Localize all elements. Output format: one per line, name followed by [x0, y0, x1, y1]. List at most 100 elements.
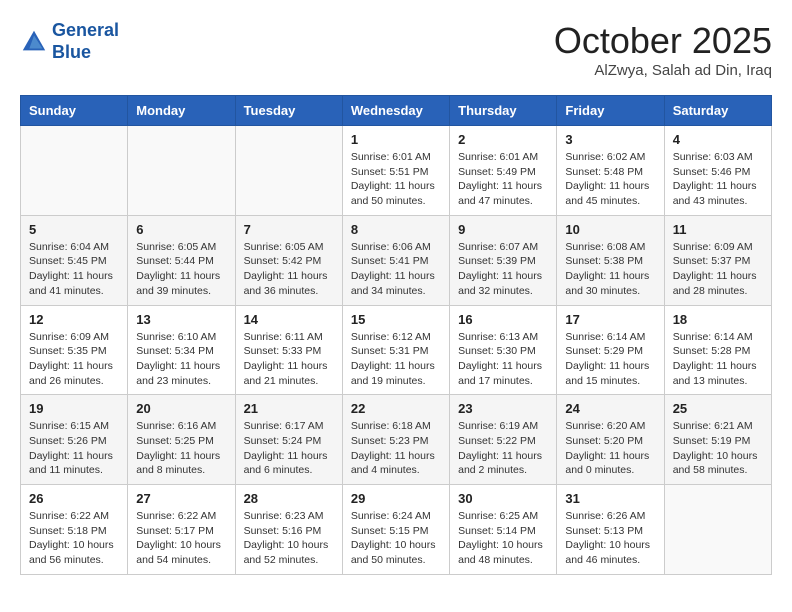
calendar-cell: 25 Sunrise: 6:21 AM Sunset: 5:19 PM Dayli… — [664, 395, 771, 485]
day-number: 7 — [244, 222, 334, 237]
day-number: 16 — [458, 312, 548, 327]
calendar-week-row: 1 Sunrise: 6:01 AM Sunset: 5:51 PM Daylig… — [21, 126, 772, 216]
calendar-cell — [664, 485, 771, 575]
calendar-cell: 29Sunrise: 6:24 AM Sunset: 5:15 PM Dayli… — [342, 485, 449, 575]
day-info: Sunrise: 6:10 AM Sunset: 5:34 PM Dayligh… — [136, 330, 226, 389]
calendar-cell: 6 Sunrise: 6:05 AM Sunset: 5:44 PM Daylig… — [128, 215, 235, 305]
day-number: 24 — [565, 401, 655, 416]
day-info: Sunrise: 6:22 AM Sunset: 5:18 PM Dayligh… — [29, 509, 119, 568]
calendar-cell: 13Sunrise: 6:10 AM Sunset: 5:34 PM Dayli… — [128, 305, 235, 395]
day-info: Sunrise: 6:12 AM Sunset: 5:31 PM Dayligh… — [351, 330, 441, 389]
day-number: 25 — [673, 401, 763, 416]
day-number: 3 — [565, 132, 655, 147]
day-info: Sunrise: 6:14 AM Sunset: 5:29 PM Dayligh… — [565, 330, 655, 389]
day-info: Sunrise: 6:04 AM Sunset: 5:45 PM Dayligh… — [29, 240, 119, 299]
calendar-cell — [235, 126, 342, 216]
day-info: Sunrise: 6:07 AM Sunset: 5:39 PM Dayligh… — [458, 240, 548, 299]
calendar-cell — [128, 126, 235, 216]
calendar-header-sunday: Sunday — [21, 96, 128, 126]
day-number: 2 — [458, 132, 548, 147]
logo-icon — [20, 28, 48, 56]
calendar-cell: 19 Sunrise: 6:15 AM Sunset: 5:26 PM Dayli… — [21, 395, 128, 485]
day-number: 20 — [136, 401, 226, 416]
calendar-cell — [21, 126, 128, 216]
day-number: 18 — [673, 312, 763, 327]
calendar-week-row: 19 Sunrise: 6:15 AM Sunset: 5:26 PM Dayli… — [21, 395, 772, 485]
day-number: 14 — [244, 312, 334, 327]
calendar-cell: 31Sunrise: 6:26 AM Sunset: 5:13 PM Dayli… — [557, 485, 664, 575]
day-info: Sunrise: 6:14 AM Sunset: 5:28 PM Dayligh… — [673, 330, 763, 389]
calendar-cell: 23 Sunrise: 6:19 AM Sunset: 5:22 PM Dayli… — [450, 395, 557, 485]
calendar-week-row: 26 Sunrise: 6:22 AM Sunset: 5:18 PM Dayli… — [21, 485, 772, 575]
day-number: 8 — [351, 222, 441, 237]
page-header: General Blue October 2025 AlZwya, Salah … — [20, 20, 772, 79]
calendar-cell: 18 Sunrise: 6:14 AM Sunset: 5:28 PM Dayli… — [664, 305, 771, 395]
day-info: Sunrise: 6:01 AM Sunset: 5:51 PM Dayligh… — [351, 150, 441, 209]
calendar-cell: 11 Sunrise: 6:09 AM Sunset: 5:37 PM Dayli… — [664, 215, 771, 305]
day-info: Sunrise: 6:19 AM Sunset: 5:22 PM Dayligh… — [458, 419, 548, 478]
calendar-cell: 28Sunrise: 6:23 AM Sunset: 5:16 PM Dayli… — [235, 485, 342, 575]
calendar-cell: 22 Sunrise: 6:18 AM Sunset: 5:23 PM Dayli… — [342, 395, 449, 485]
day-info: Sunrise: 6:06 AM Sunset: 5:41 PM Dayligh… — [351, 240, 441, 299]
calendar-header-wednesday: Wednesday — [342, 96, 449, 126]
calendar-header-row: SundayMondayTuesdayWednesdayThursdayFrid… — [21, 96, 772, 126]
day-info: Sunrise: 6:01 AM Sunset: 5:49 PM Dayligh… — [458, 150, 548, 209]
day-number: 11 — [673, 222, 763, 237]
day-info: Sunrise: 6:08 AM Sunset: 5:38 PM Dayligh… — [565, 240, 655, 299]
day-info: Sunrise: 6:21 AM Sunset: 5:19 PM Dayligh… — [673, 419, 763, 478]
calendar-cell: 20Sunrise: 6:16 AM Sunset: 5:25 PM Dayli… — [128, 395, 235, 485]
day-info: Sunrise: 6:09 AM Sunset: 5:35 PM Dayligh… — [29, 330, 119, 389]
day-number: 31 — [565, 491, 655, 506]
calendar-header-thursday: Thursday — [450, 96, 557, 126]
day-number: 10 — [565, 222, 655, 237]
calendar-cell: 4Sunrise: 6:03 AM Sunset: 5:46 PM Daylig… — [664, 126, 771, 216]
calendar-header-tuesday: Tuesday — [235, 96, 342, 126]
calendar-cell: 21 Sunrise: 6:17 AM Sunset: 5:24 PM Dayli… — [235, 395, 342, 485]
day-number: 1 — [351, 132, 441, 147]
day-number: 12 — [29, 312, 119, 327]
day-number: 26 — [29, 491, 119, 506]
day-number: 5 — [29, 222, 119, 237]
day-info: Sunrise: 6:17 AM Sunset: 5:24 PM Dayligh… — [244, 419, 334, 478]
calendar-cell: 1 Sunrise: 6:01 AM Sunset: 5:51 PM Daylig… — [342, 126, 449, 216]
day-info: Sunrise: 6:05 AM Sunset: 5:44 PM Dayligh… — [136, 240, 226, 299]
day-number: 9 — [458, 222, 548, 237]
calendar-cell: 24Sunrise: 6:20 AM Sunset: 5:20 PM Dayli… — [557, 395, 664, 485]
title-block: October 2025 AlZwya, Salah ad Din, Iraq — [554, 20, 772, 79]
calendar-cell: 3 Sunrise: 6:02 AM Sunset: 5:48 PM Daylig… — [557, 126, 664, 216]
day-number: 15 — [351, 312, 441, 327]
day-info: Sunrise: 6:25 AM Sunset: 5:14 PM Dayligh… — [458, 509, 548, 568]
day-info: Sunrise: 6:15 AM Sunset: 5:26 PM Dayligh… — [29, 419, 119, 478]
calendar-cell: 9 Sunrise: 6:07 AM Sunset: 5:39 PM Daylig… — [450, 215, 557, 305]
day-number: 6 — [136, 222, 226, 237]
day-info: Sunrise: 6:13 AM Sunset: 5:30 PM Dayligh… — [458, 330, 548, 389]
day-info: Sunrise: 6:11 AM Sunset: 5:33 PM Dayligh… — [244, 330, 334, 389]
day-number: 17 — [565, 312, 655, 327]
calendar-header-saturday: Saturday — [664, 96, 771, 126]
calendar-cell: 5 Sunrise: 6:04 AM Sunset: 5:45 PM Daylig… — [21, 215, 128, 305]
calendar-cell: 17 Sunrise: 6:14 AM Sunset: 5:29 PM Dayli… — [557, 305, 664, 395]
day-number: 22 — [351, 401, 441, 416]
day-number: 19 — [29, 401, 119, 416]
day-info: Sunrise: 6:02 AM Sunset: 5:48 PM Dayligh… — [565, 150, 655, 209]
day-info: Sunrise: 6:18 AM Sunset: 5:23 PM Dayligh… — [351, 419, 441, 478]
day-number: 4 — [673, 132, 763, 147]
day-number: 30 — [458, 491, 548, 506]
day-info: Sunrise: 6:24 AM Sunset: 5:15 PM Dayligh… — [351, 509, 441, 568]
location: AlZwya, Salah ad Din, Iraq — [554, 62, 772, 79]
day-info: Sunrise: 6:23 AM Sunset: 5:16 PM Dayligh… — [244, 509, 334, 568]
calendar-cell: 15 Sunrise: 6:12 AM Sunset: 5:31 PM Dayli… — [342, 305, 449, 395]
calendar-cell: 7 Sunrise: 6:05 AM Sunset: 5:42 PM Daylig… — [235, 215, 342, 305]
calendar-header-monday: Monday — [128, 96, 235, 126]
day-info: Sunrise: 6:22 AM Sunset: 5:17 PM Dayligh… — [136, 509, 226, 568]
logo-text: General Blue — [52, 20, 119, 63]
day-info: Sunrise: 6:09 AM Sunset: 5:37 PM Dayligh… — [673, 240, 763, 299]
calendar-cell: 30 Sunrise: 6:25 AM Sunset: 5:14 PM Dayli… — [450, 485, 557, 575]
day-info: Sunrise: 6:05 AM Sunset: 5:42 PM Dayligh… — [244, 240, 334, 299]
calendar-cell: 8 Sunrise: 6:06 AM Sunset: 5:41 PM Daylig… — [342, 215, 449, 305]
day-number: 21 — [244, 401, 334, 416]
calendar-cell: 26 Sunrise: 6:22 AM Sunset: 5:18 PM Dayli… — [21, 485, 128, 575]
day-number: 23 — [458, 401, 548, 416]
calendar-cell: 2 Sunrise: 6:01 AM Sunset: 5:49 PM Daylig… — [450, 126, 557, 216]
calendar-cell: 12 Sunrise: 6:09 AM Sunset: 5:35 PM Dayli… — [21, 305, 128, 395]
